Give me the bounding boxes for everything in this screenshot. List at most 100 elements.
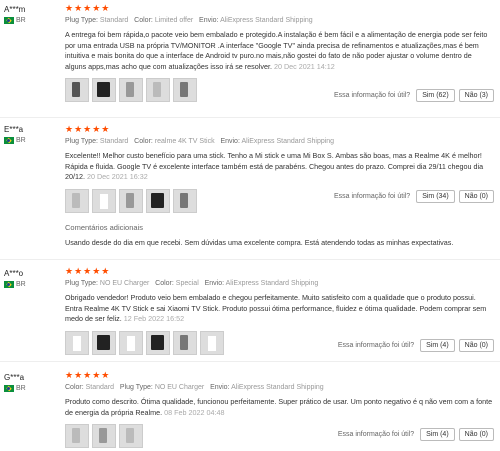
helpful-yes-button[interactable]: Sim (4) xyxy=(420,339,455,352)
review-photo[interactable] xyxy=(173,330,197,355)
review-card: A***o BR ★★★★★ Plug Type: NO EU Charger … xyxy=(0,260,500,362)
review-date: 08 Feb 2022 04:48 xyxy=(164,407,225,417)
helpful-yes-button[interactable]: Sim (4) xyxy=(420,428,455,441)
review-photo[interactable] xyxy=(65,424,89,448)
review-attributes: Color: Standard Plug Type: NO EU Charger… xyxy=(65,382,494,393)
helpful-no-button[interactable]: Não (0) xyxy=(458,339,494,352)
plug-type-label: Plug Type: xyxy=(65,138,98,145)
review-photo[interactable] xyxy=(119,330,143,355)
review-photo[interactable] xyxy=(119,78,143,102)
helpful-label: Essa informação foi útil? xyxy=(333,92,411,99)
additional-comments-title: Comentários adicionais xyxy=(65,222,143,232)
review-photo[interactable] xyxy=(200,330,224,355)
review-card: G***a BR ★★★★★ Color: Standard Plug Type… xyxy=(0,362,500,451)
rating-stars: ★★★★★ xyxy=(65,370,111,380)
country-code: BR xyxy=(16,17,26,24)
helpful-vote: Essa informação foi útil? Sim (4) Não (0… xyxy=(338,339,494,352)
review-photo[interactable] xyxy=(65,78,89,102)
rating-stars: ★★★★★ xyxy=(65,266,111,276)
helpful-vote: Essa informação foi útil? Sim (62) Não (… xyxy=(334,89,494,102)
reviewer-country: BR xyxy=(4,385,58,392)
review-photo[interactable] xyxy=(173,188,197,213)
shipping-value: AliExpress Standard Shipping xyxy=(231,384,324,391)
plug-type-label: Plug Type: xyxy=(65,280,98,287)
review-attributes: Plug Type: NO EU Charger Color: Special … xyxy=(65,278,494,289)
review-photo[interactable] xyxy=(65,330,89,355)
helpful-yes-button[interactable]: Sim (34) xyxy=(416,190,455,203)
helpful-vote: Essa informação foi útil? Sim (4) Não (0… xyxy=(338,428,494,441)
review-photo[interactable] xyxy=(92,424,116,448)
color-label: Color: xyxy=(134,17,153,24)
color-label: Color: xyxy=(134,138,153,145)
review-date: 20 Dec 2021 16:32 xyxy=(86,172,148,181)
review-photo[interactable] xyxy=(92,188,116,213)
reviewer-info: A***o BR xyxy=(4,268,58,288)
review-card: E***a BR ★★★★★ Plug Type: Standard Color… xyxy=(0,118,500,260)
review-photo[interactable] xyxy=(92,330,116,355)
review-card: A***m BR ★★★★★ Plug Type: Standard Color… xyxy=(0,0,500,118)
helpful-no-button[interactable]: Não (0) xyxy=(458,190,494,203)
helpful-vote: Essa informação foi útil? Sim (34) Não (… xyxy=(334,190,494,203)
plug-type-label: Plug Type: xyxy=(65,17,98,24)
review-text: Produto como descrito. Ótima qualidade, … xyxy=(65,397,494,418)
review-photo[interactable] xyxy=(146,330,170,355)
shipping-label: Envio: xyxy=(220,138,240,145)
color-value: Standard xyxy=(85,384,115,391)
shipping-label: Envio: xyxy=(210,384,230,391)
review-photo[interactable] xyxy=(119,424,143,448)
helpful-no-button[interactable]: Não (0) xyxy=(458,428,494,441)
helpful-label: Essa informação foi útil? xyxy=(333,193,411,200)
review-photo[interactable] xyxy=(173,78,197,102)
shipping-value: AliExpress Standard Shipping xyxy=(225,280,319,287)
reviewer-country: BR xyxy=(4,17,58,24)
color-value: Limited offer xyxy=(154,17,194,24)
review-photo[interactable] xyxy=(119,188,143,213)
reviewer-name: E***a xyxy=(4,125,24,134)
review-body: Produto como descrito. Ótima qualidade, … xyxy=(65,397,493,417)
brazil-flag-icon xyxy=(4,17,14,24)
helpful-label: Essa informação foi útil? xyxy=(337,431,415,438)
helpful-yes-button[interactable]: Sim (62) xyxy=(416,89,455,102)
plug-type-value: Standard xyxy=(99,138,129,145)
shipping-label: Envio: xyxy=(204,280,225,287)
review-attributes: Plug Type: Standard Color: realme 4K TV … xyxy=(65,136,494,147)
country-code: BR xyxy=(16,281,26,288)
review-text: Excelente!! Melhor custo benefício para … xyxy=(65,151,494,183)
helpful-label: Essa informação foi útil? xyxy=(337,342,415,349)
additional-comments-text: Usando desde do dia em que recebi. Sem d… xyxy=(65,237,454,247)
helpful-no-button[interactable]: Não (3) xyxy=(458,89,494,102)
plug-type-value: NO EU Charger xyxy=(154,384,205,391)
brazil-flag-icon xyxy=(4,281,14,288)
color-value: Special xyxy=(175,280,199,287)
rating-stars: ★★★★★ xyxy=(65,124,111,134)
shipping-value: AliExpress Standard Shipping xyxy=(220,17,313,24)
review-date: 20 Dec 2021 14:12 xyxy=(273,61,335,71)
reviewer-name: G***a xyxy=(4,373,25,382)
country-code: BR xyxy=(16,137,26,144)
reviewer-info: A***m BR xyxy=(4,4,58,24)
reviewer-name: A***o xyxy=(4,269,24,278)
brazil-flag-icon xyxy=(4,137,14,144)
plug-type-label: Plug Type: xyxy=(119,384,153,391)
review-photo[interactable] xyxy=(146,78,170,102)
reviewer-info: E***a BR xyxy=(4,124,58,144)
plug-type-value: NO EU Charger xyxy=(99,280,150,287)
review-date: 12 Feb 2022 16:52 xyxy=(123,314,185,323)
review-photo[interactable] xyxy=(146,188,170,213)
reviewer-info: G***a BR xyxy=(4,372,58,392)
shipping-value: AliExpress Standard Shipping xyxy=(241,138,335,145)
shipping-label: Envio: xyxy=(199,17,219,24)
reviewer-name: A***m xyxy=(4,5,26,14)
color-label: Color: xyxy=(155,280,174,287)
review-text: A entrega foi bem rápida,o pacote veio b… xyxy=(65,30,494,72)
review-photo[interactable] xyxy=(92,78,116,102)
country-code: BR xyxy=(16,385,26,392)
review-text: Obrigado vendedor! Produto veio bem emba… xyxy=(65,293,494,325)
review-attributes: Plug Type: Standard Color: Limited offer… xyxy=(65,15,494,26)
reviewer-country: BR xyxy=(4,281,58,288)
color-label: Color: xyxy=(65,384,84,391)
rating-stars: ★★★★★ xyxy=(65,3,111,13)
review-photo[interactable] xyxy=(65,188,89,213)
brazil-flag-icon xyxy=(4,385,14,392)
plug-type-value: Standard xyxy=(99,17,129,24)
